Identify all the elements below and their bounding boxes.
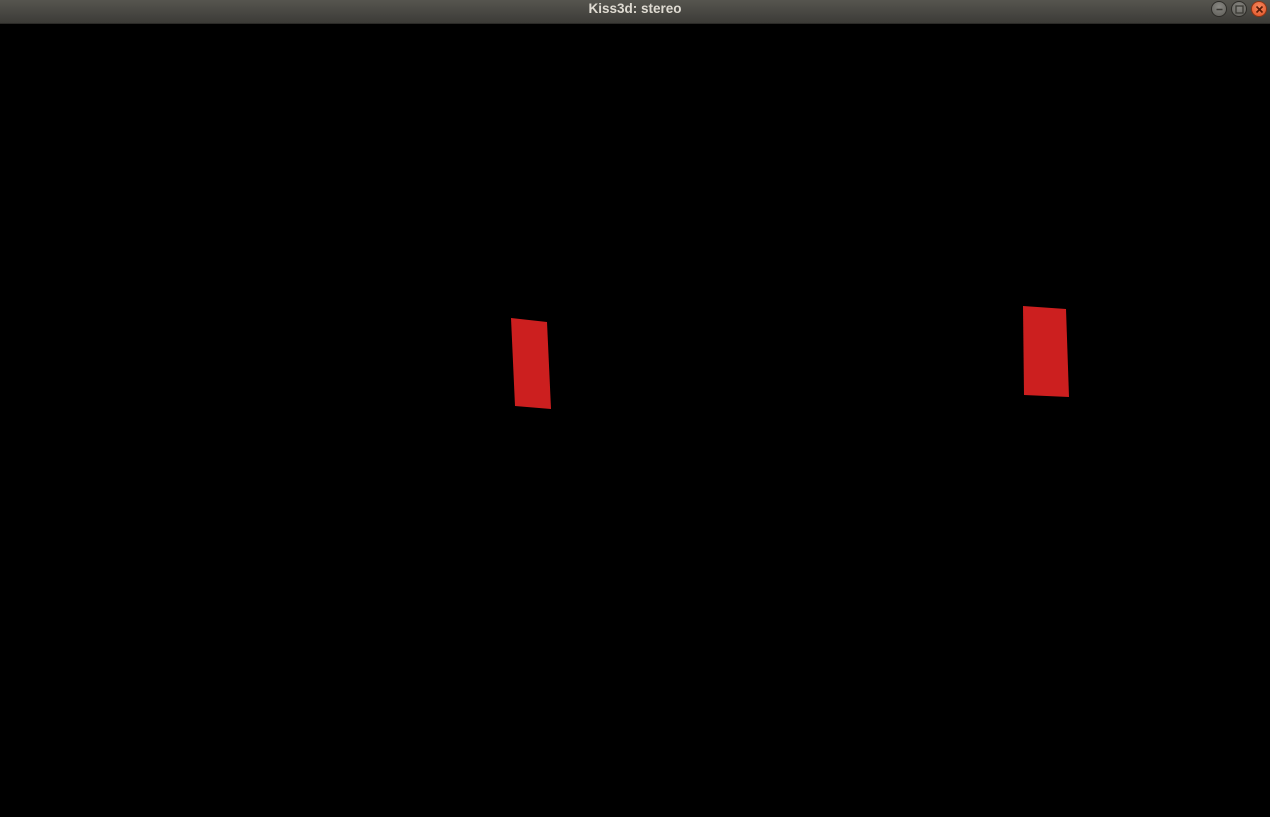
maximize-button[interactable] [1231,1,1247,17]
window-controls [1211,1,1267,19]
right-eye-object [1023,306,1069,397]
stereo-scene [0,24,1270,817]
minimize-icon [1216,8,1223,11]
window-title: Kiss3d: stereo [588,1,682,16]
maximize-icon [1235,5,1244,14]
left-eye-object [511,318,551,409]
app-window: Kiss3d: stereo [0,0,1270,817]
close-button[interactable] [1251,1,1267,17]
minimize-button[interactable] [1211,1,1227,17]
render-viewport[interactable] [0,24,1270,817]
title-bar[interactable]: Kiss3d: stereo [0,0,1270,24]
close-icon [1255,5,1264,14]
